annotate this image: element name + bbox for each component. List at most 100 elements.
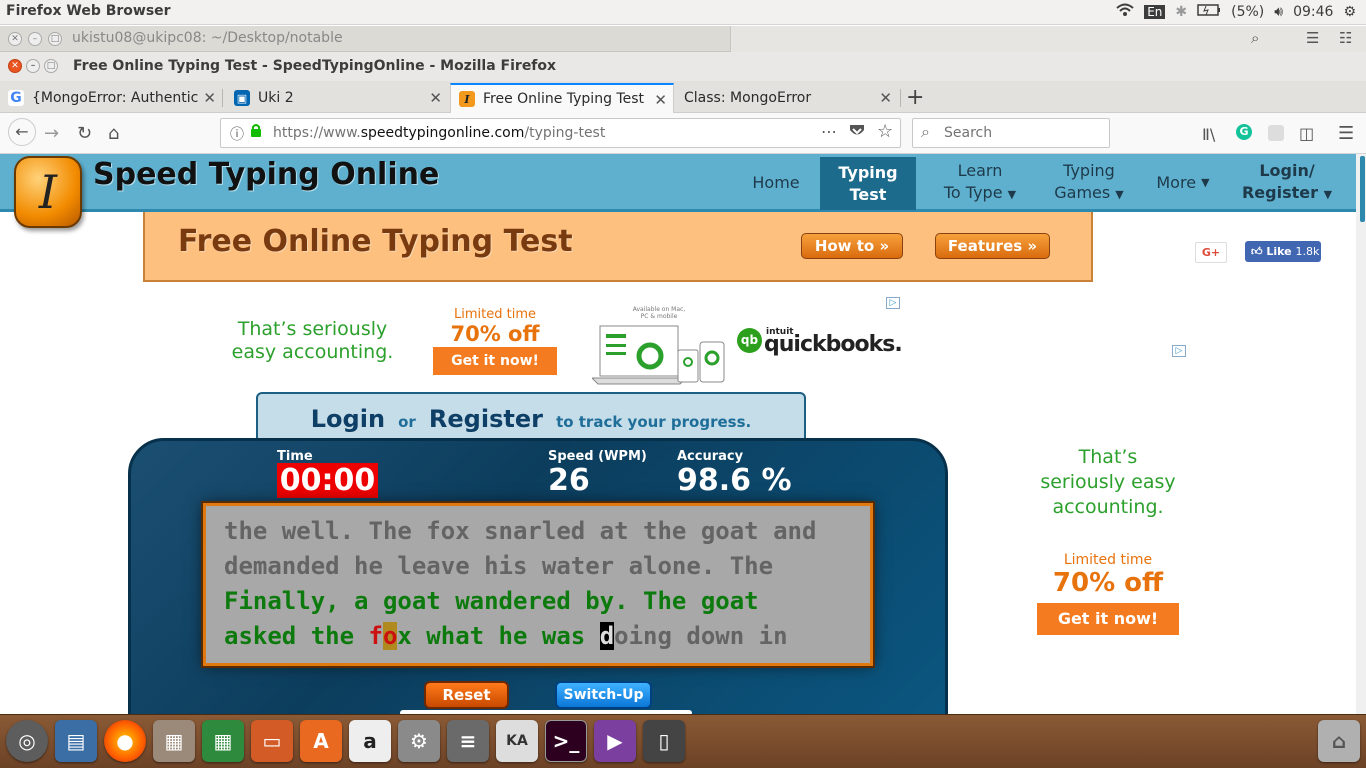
tab-strip: G {MongoError: Authentic ✕ ▣ Uki 2 ✕ I F…	[0, 81, 1366, 113]
features-button[interactable]: Features »	[935, 233, 1050, 259]
extension-icon[interactable]	[1268, 125, 1284, 141]
keyboard-icon[interactable]: KA	[496, 720, 538, 762]
ad-brand: quickbooks.	[764, 332, 903, 357]
menu-label: More	[1156, 173, 1197, 192]
phone-icon[interactable]: ▯	[643, 720, 685, 762]
close-window-icon[interactable]: ✕	[8, 59, 22, 73]
menu-login-register[interactable]: Login/ Register ▼	[1238, 154, 1336, 212]
adchoices-icon[interactable]: ▷	[886, 297, 900, 309]
keyboard-language-indicator[interactable]: En	[1144, 5, 1166, 19]
video-icon[interactable]: ▶	[594, 720, 636, 762]
reload-icon[interactable]: ↻	[77, 123, 92, 144]
menu-icon[interactable]: ☰	[1306, 29, 1319, 47]
close-tab-icon[interactable]: ✕	[429, 89, 442, 107]
back-arrow-icon[interactable]: ←	[8, 118, 36, 146]
google-icon: G	[8, 90, 24, 106]
side-ad[interactable]: That’s seriously easy accounting. Limite…	[1030, 445, 1186, 645]
software-center-icon[interactable]: A	[300, 720, 342, 762]
menu-typing-test[interactable]: Typing Test	[820, 157, 916, 210]
settings-gear-icon[interactable]: ⚙	[1343, 4, 1356, 20]
page-scrollbar[interactable]	[1356, 154, 1366, 714]
tab-class-mongoerror[interactable]: Class: MongoError ✕	[676, 83, 898, 113]
url-domain: speedtypingonline.com	[360, 125, 525, 141]
minimize-icon[interactable]: –	[28, 32, 42, 46]
pocket-icon[interactable]	[849, 124, 865, 142]
typing-text-area[interactable]: the well. The fox snarled at the goat an…	[201, 501, 875, 668]
close-tab-icon[interactable]: ✕	[654, 91, 667, 109]
menu-typing-games[interactable]: Typing Games ▼	[1046, 154, 1132, 212]
file-manager-icon[interactable]: ▦	[153, 720, 195, 762]
lock-icon	[250, 123, 262, 142]
like-label: Like	[1266, 245, 1292, 258]
firefox-icon[interactable]: ●	[104, 720, 146, 762]
maximize-window-icon[interactable]: □	[44, 59, 58, 73]
amazon-icon[interactable]: a	[349, 720, 391, 762]
menu-home[interactable]: Home	[744, 154, 808, 212]
mixer-icon[interactable]: ≡	[447, 720, 489, 762]
tab-mongoerror[interactable]: G {MongoError: Authentic ✕	[0, 83, 222, 113]
facebook-like-button[interactable]: 👍︎ Like 1.8k	[1245, 241, 1321, 262]
switch-up-button[interactable]: Switch-Up	[555, 681, 652, 709]
tab-uki2[interactable]: ▣ Uki 2 ✕	[226, 83, 448, 113]
info-icon[interactable]: ⓘ	[230, 124, 244, 144]
clock[interactable]: 09:46	[1293, 4, 1333, 20]
battery-icon[interactable]	[1197, 4, 1221, 20]
close-tab-icon[interactable]: ✕	[879, 89, 892, 107]
reset-button[interactable]: Reset	[424, 681, 509, 709]
trash-icon[interactable]: ⌂	[1318, 720, 1360, 762]
login-link[interactable]: Login	[311, 405, 385, 433]
close-icon[interactable]: ✕	[8, 32, 22, 46]
sidebar-icon[interactable]: ◫	[1299, 124, 1314, 143]
bookmark-star-icon[interactable]: ☆	[877, 121, 893, 142]
quickbooks-logo-icon: qb	[737, 328, 762, 353]
maximize-icon[interactable]: □	[48, 32, 62, 46]
text-line: the well. The fox snarled at the goat an…	[224, 517, 817, 545]
ad-offer-text: 70% off	[1052, 568, 1164, 598]
menu-label-line1: Login/	[1259, 161, 1315, 180]
tab-label: Free Online Typing Test	[483, 91, 644, 107]
library-icon[interactable]: Ⅱ\	[1202, 125, 1215, 144]
register-link[interactable]: Register	[429, 405, 543, 433]
how-to-button[interactable]: How to »	[801, 233, 903, 259]
search-bar[interactable]: ⌕ Search	[912, 118, 1110, 148]
tab-label: {MongoError: Authentic	[32, 90, 199, 106]
speed-label: Speed (WPM)	[548, 449, 647, 464]
search-icon[interactable]: ⌕	[1251, 29, 1259, 47]
home-icon[interactable]: ⌂	[108, 123, 119, 144]
google-plus-button[interactable]: G+	[1195, 242, 1227, 263]
hamburger-menu-icon[interactable]: ☰	[1338, 123, 1354, 144]
error-char-highlight: o	[382, 622, 398, 650]
ad-tagline-line1: That’s	[1078, 446, 1138, 468]
volume-icon[interactable]: 🔊︎	[1274, 4, 1283, 20]
ad-cta-button[interactable]: Get it now!	[1037, 603, 1179, 635]
menu-learn-to-type[interactable]: Learn To Type ▼	[930, 154, 1030, 212]
site-logo-text[interactable]: Speed Typing Online	[93, 157, 439, 192]
close-tab-icon[interactable]: ✕	[203, 89, 216, 107]
tab-label: Uki 2	[258, 90, 294, 106]
window-title: Free Online Typing Test - SpeedTypingOnl…	[73, 58, 557, 74]
terminal-icon[interactable]: >_	[545, 720, 587, 762]
presentation-icon[interactable]: ▭	[251, 720, 293, 762]
ad-cta-button[interactable]: Get it now!	[433, 347, 557, 375]
tab-typing-test[interactable]: I Free Online Typing Test ✕	[450, 83, 674, 113]
minimize-window-icon[interactable]: –	[26, 59, 40, 73]
url-bar[interactable]: ⓘ https://www.speedtypingonline.com/typi…	[220, 118, 901, 148]
grid-icon[interactable]: ☷	[1339, 29, 1352, 47]
grammarly-icon[interactable]: G	[1236, 124, 1252, 140]
bluetooth-icon[interactable]: ✱	[1175, 4, 1187, 20]
wifi-icon[interactable]	[1116, 3, 1134, 21]
menu-more[interactable]: More ▼	[1148, 154, 1218, 212]
tab-label: Class: MongoError	[684, 90, 812, 106]
top-ad[interactable]: That’s seriously easy accounting. Limite…	[230, 296, 910, 386]
adchoices-icon[interactable]: ▷	[1172, 345, 1186, 357]
new-tab-plus-icon[interactable]: +	[906, 85, 924, 110]
site-logo-icon[interactable]: I	[14, 156, 82, 228]
system-settings-icon[interactable]: ⚙	[398, 720, 440, 762]
scrollbar-thumb[interactable]	[1360, 156, 1365, 222]
spreadsheet-icon[interactable]: ▦	[202, 720, 244, 762]
page-actions-icon[interactable]: ⋯	[821, 122, 837, 141]
menu-label-line1: Typing	[1063, 161, 1115, 180]
image-viewer-icon[interactable]: ▤	[55, 720, 97, 762]
forward-arrow-icon[interactable]: →	[44, 123, 59, 144]
ubuntu-dash-icon[interactable]: ◎	[6, 720, 48, 762]
